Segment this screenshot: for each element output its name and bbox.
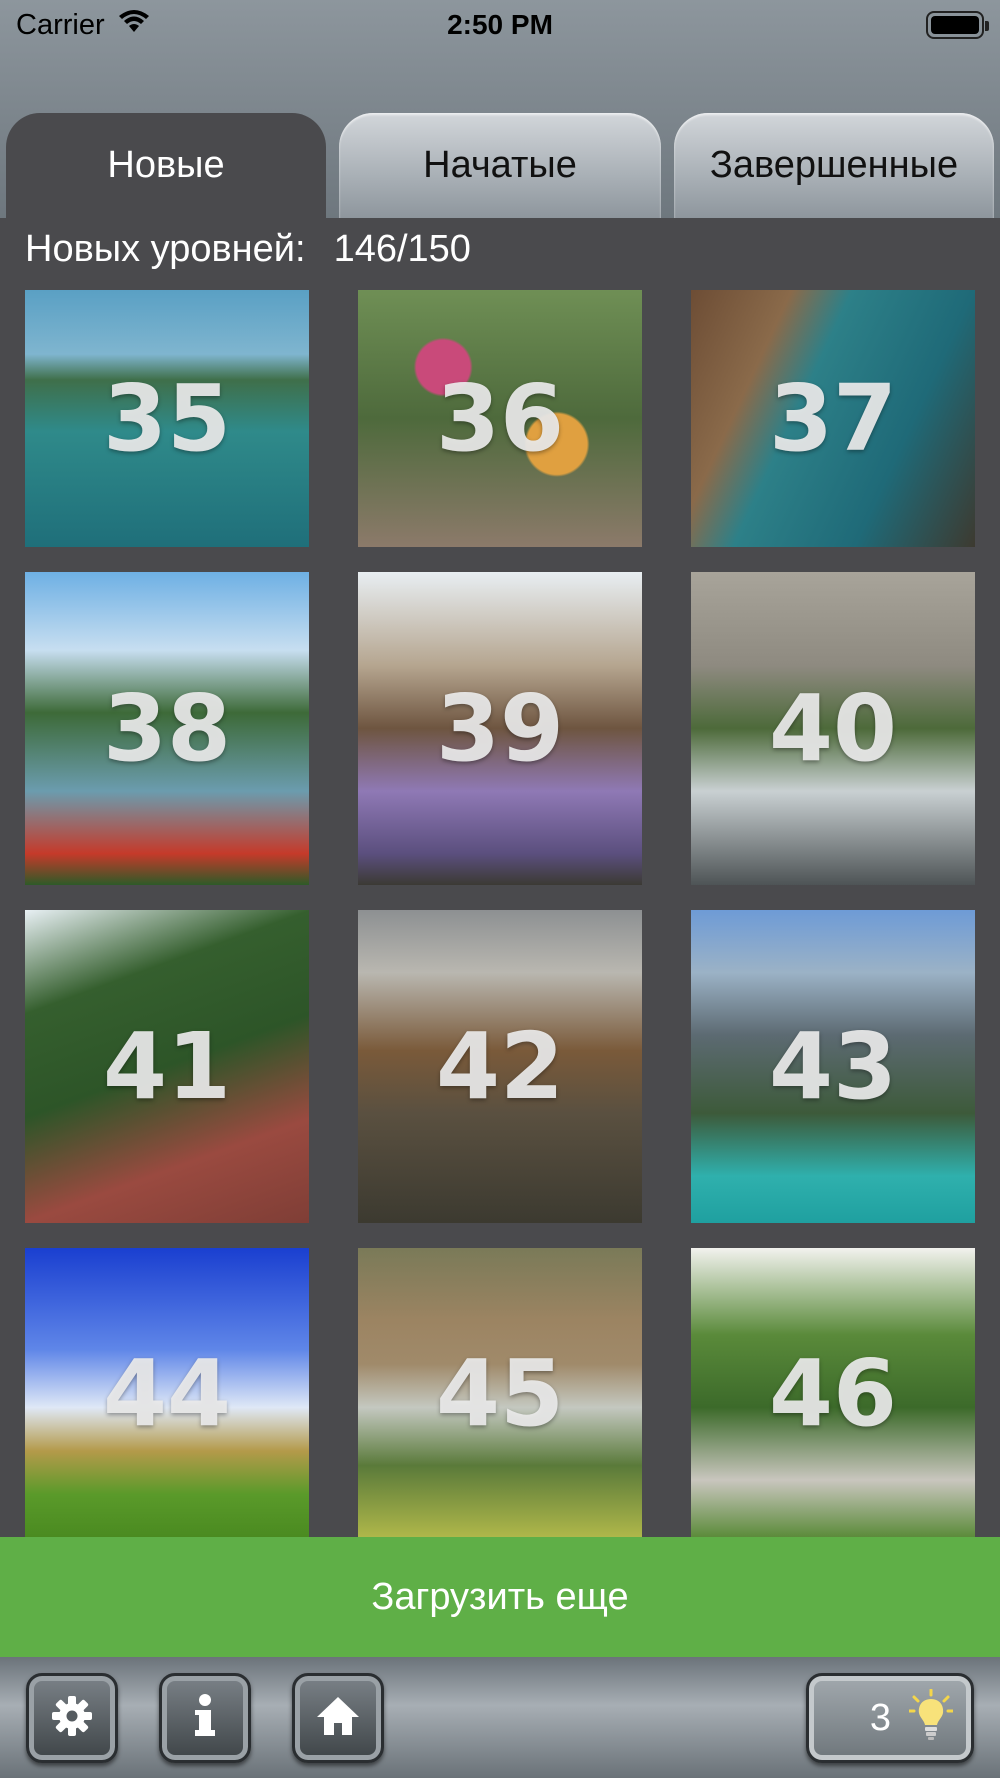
tab-started[interactable]: Начатые bbox=[339, 113, 661, 218]
levels-count: Новых уровней: 146/150 bbox=[25, 228, 471, 271]
level-tile[interactable]: 40 bbox=[691, 572, 975, 885]
status-bar: Carrier 2:50 PM bbox=[0, 0, 1000, 50]
tab-new[interactable]: Новые bbox=[6, 113, 326, 218]
level-tile[interactable]: 37 bbox=[691, 290, 975, 547]
level-tile[interactable]: 39 bbox=[358, 572, 642, 885]
settings-button[interactable] bbox=[26, 1673, 118, 1763]
level-tile[interactable]: 41 bbox=[25, 910, 309, 1223]
status-left: Carrier bbox=[16, 8, 151, 42]
level-number: 45 bbox=[435, 1339, 565, 1447]
level-number: 42 bbox=[435, 1013, 565, 1120]
level-tile[interactable]: 45 bbox=[358, 1248, 642, 1538]
level-number: 46 bbox=[768, 1339, 898, 1447]
level-tile[interactable]: 42 bbox=[358, 910, 642, 1223]
wifi-icon bbox=[117, 8, 151, 42]
level-number: 37 bbox=[768, 365, 898, 472]
level-number: 38 bbox=[102, 675, 232, 782]
level-tile[interactable]: 44 bbox=[25, 1248, 309, 1538]
levels-count-value: 146/150 bbox=[333, 228, 471, 270]
level-number: 41 bbox=[102, 1013, 232, 1120]
tab-completed[interactable]: Завершенные bbox=[674, 113, 994, 218]
home-button[interactable] bbox=[292, 1673, 384, 1763]
level-tile[interactable]: 35 bbox=[25, 290, 309, 547]
home-icon bbox=[315, 1695, 361, 1742]
level-tile[interactable]: 38 bbox=[25, 572, 309, 885]
hints-counter[interactable]: 3 bbox=[806, 1673, 974, 1763]
hints-count: 3 bbox=[869, 1696, 891, 1739]
level-number: 35 bbox=[102, 365, 232, 472]
level-number: 40 bbox=[768, 675, 898, 782]
bottom-toolbar: 3 bbox=[0, 1657, 1000, 1778]
level-number: 36 bbox=[435, 365, 565, 472]
gear-icon bbox=[50, 1694, 94, 1743]
level-number: 44 bbox=[102, 1339, 232, 1447]
level-number: 39 bbox=[435, 675, 565, 782]
level-tile[interactable]: 43 bbox=[691, 910, 975, 1223]
battery-icon bbox=[926, 11, 989, 39]
levels-count-label: Новых уровней: bbox=[25, 228, 306, 270]
tab-bar: Новые Начатые Завершенные bbox=[0, 113, 1000, 218]
info-icon bbox=[185, 1692, 225, 1745]
info-button[interactable] bbox=[159, 1673, 251, 1763]
load-more-button[interactable]: Загрузить еще bbox=[0, 1537, 1000, 1657]
level-number: 43 bbox=[768, 1013, 898, 1120]
lightbulb-icon bbox=[907, 1688, 955, 1748]
level-tile[interactable]: 46 bbox=[691, 1248, 975, 1538]
carrier-label: Carrier bbox=[16, 8, 105, 41]
level-tile[interactable]: 36 bbox=[358, 290, 642, 547]
